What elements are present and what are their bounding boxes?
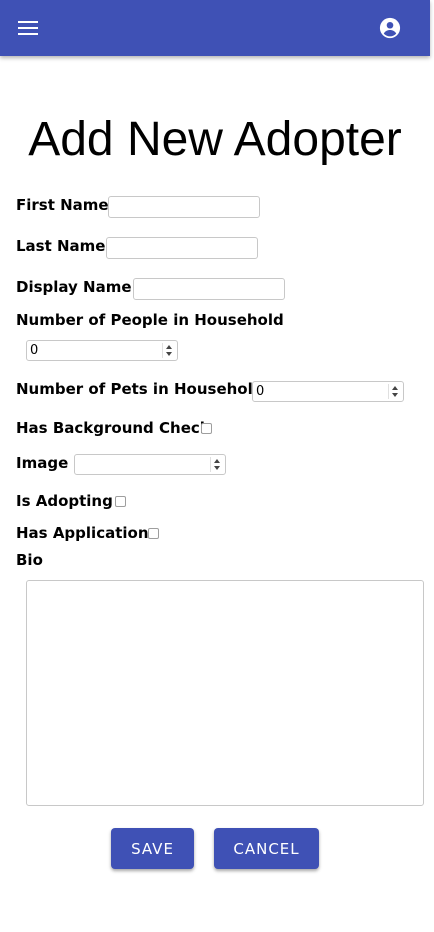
last-name-label: Last Name bbox=[16, 237, 106, 255]
spinner-down-icon[interactable] bbox=[392, 393, 398, 397]
display-name-label: Display Name bbox=[16, 278, 132, 296]
last-name-input[interactable] bbox=[106, 237, 258, 259]
bio-label: Bio bbox=[16, 551, 43, 569]
spinner-up-icon[interactable] bbox=[392, 386, 398, 390]
first-name-label: First Name bbox=[16, 196, 109, 214]
is-adopting-checkbox[interactable] bbox=[115, 496, 126, 507]
spinner-down-icon[interactable] bbox=[166, 352, 172, 356]
pets-in-household-input[interactable]: 0 bbox=[252, 381, 404, 402]
is-adopting-label: Is Adopting bbox=[16, 492, 113, 510]
image-input[interactable] bbox=[74, 454, 226, 475]
cancel-button[interactable]: CANCEL bbox=[214, 828, 319, 869]
pets-in-household-label: Number of Pets in Household bbox=[16, 380, 264, 398]
save-button[interactable]: SAVE bbox=[111, 828, 194, 869]
people-in-household-label: Number of People in Household bbox=[16, 311, 284, 329]
background-check-checkbox[interactable] bbox=[201, 423, 212, 434]
image-label: Image bbox=[16, 454, 69, 472]
display-name-input[interactable] bbox=[133, 278, 285, 300]
page-title: Add New Adopter bbox=[28, 113, 402, 166]
people-in-household-input[interactable]: 0 bbox=[26, 340, 178, 361]
pets-in-household-value: 0 bbox=[256, 384, 265, 399]
menu-icon[interactable] bbox=[18, 19, 38, 37]
app-bar bbox=[0, 0, 430, 56]
has-application-label: Has Application bbox=[16, 524, 149, 542]
number-spinner[interactable] bbox=[388, 384, 400, 399]
people-in-household-value: 0 bbox=[30, 343, 39, 358]
has-application-checkbox[interactable] bbox=[148, 528, 159, 539]
number-spinner[interactable] bbox=[162, 343, 174, 358]
background-check-label: Has Background Check bbox=[16, 419, 210, 437]
spinner-up-icon[interactable] bbox=[214, 459, 220, 463]
account-circle-icon[interactable] bbox=[379, 17, 401, 39]
number-spinner[interactable] bbox=[210, 457, 222, 472]
first-name-input[interactable] bbox=[108, 196, 260, 218]
spinner-down-icon[interactable] bbox=[214, 466, 220, 470]
bio-textarea[interactable] bbox=[26, 580, 424, 806]
spinner-up-icon[interactable] bbox=[166, 345, 172, 349]
